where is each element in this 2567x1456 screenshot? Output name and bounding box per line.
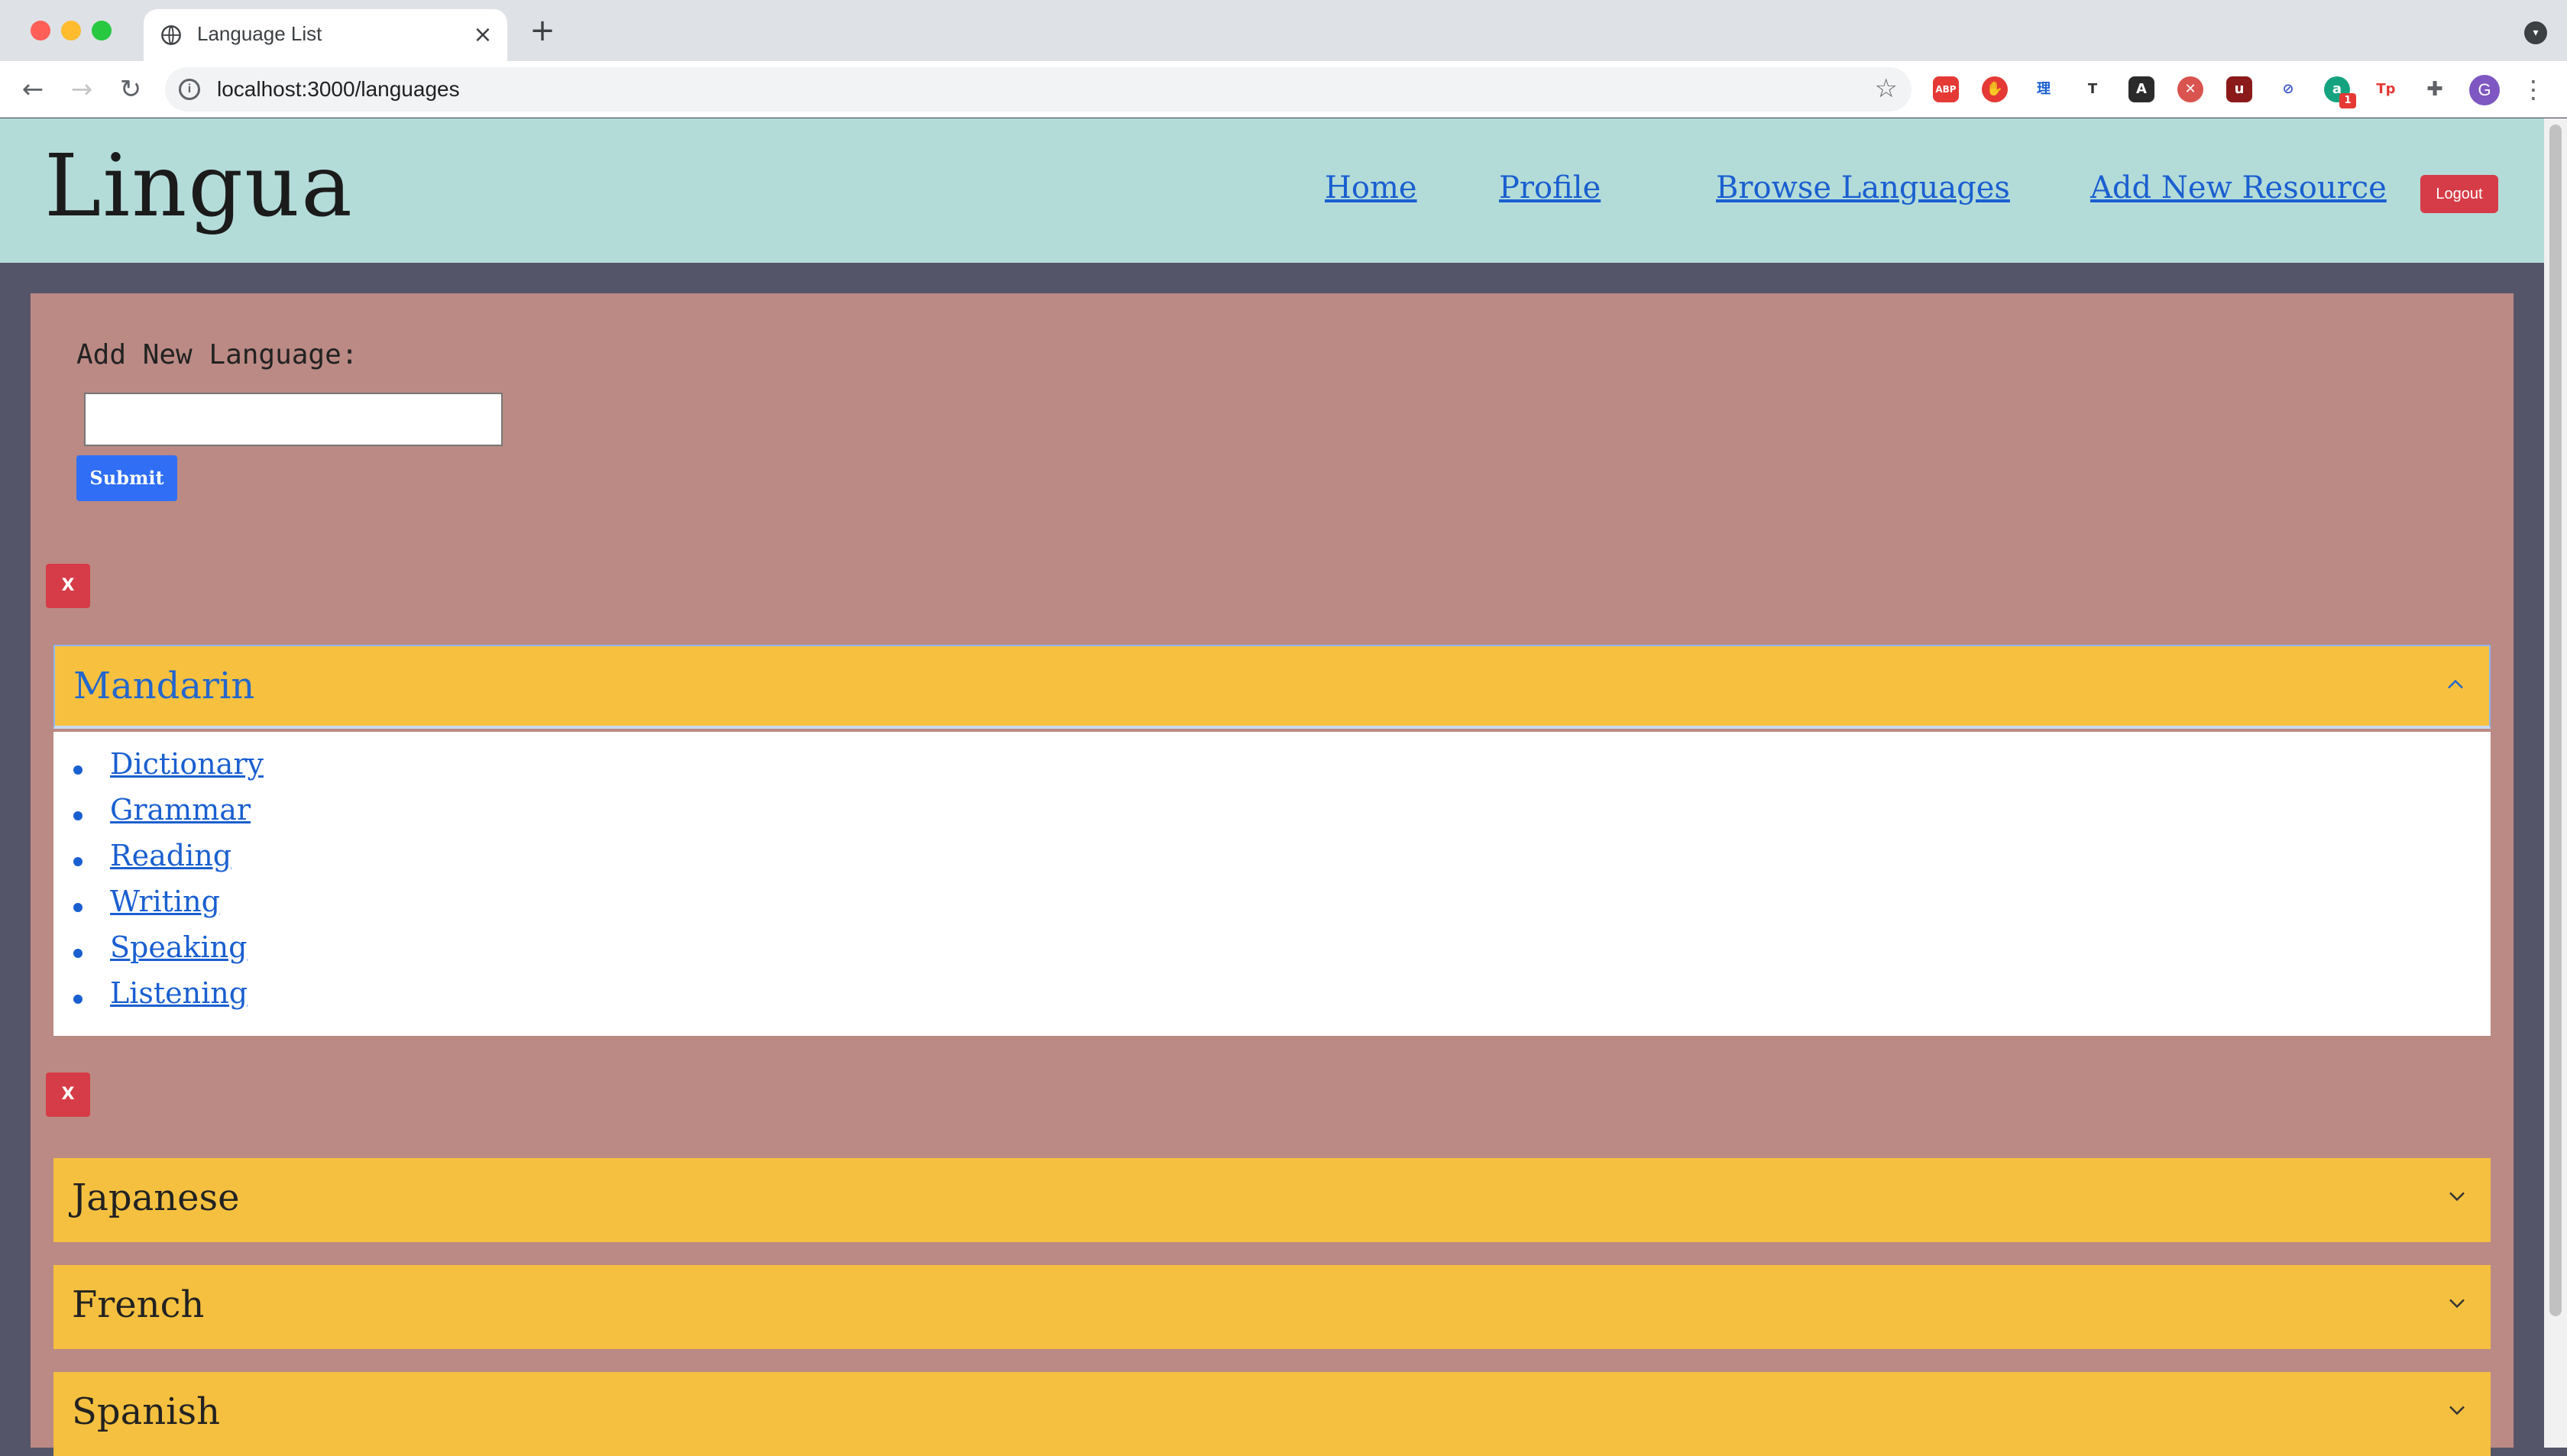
resource-link-speaking[interactable]: Speaking (110, 930, 247, 964)
tp-icon[interactable]: Tp (2373, 76, 2399, 102)
list-bullet (73, 811, 83, 820)
globe-icon (161, 25, 181, 45)
bookmark-star-icon[interactable]: ☆ (1875, 73, 1898, 104)
language-name: French (72, 1283, 205, 1326)
list-bullet (73, 949, 83, 958)
nav-profile-link[interactable]: Profile (1499, 170, 1601, 205)
shield-icon[interactable]: u (2226, 76, 2252, 102)
list-bullet (73, 857, 83, 866)
language-name: Japanese (72, 1176, 240, 1219)
back-arrow-icon[interactable]: ← (17, 73, 49, 105)
grid-icon[interactable]: 理 (2031, 76, 2057, 102)
resource-link-reading[interactable]: Reading (110, 839, 231, 872)
address-url[interactable]: localhost:3000/languages (217, 77, 460, 102)
translate-icon[interactable]: T (2080, 76, 2106, 102)
forward-arrow-icon[interactable]: → (66, 73, 98, 105)
list-bullet (73, 995, 83, 1004)
extension-badge: 1 (2339, 93, 2356, 108)
nav-home-link[interactable]: Home (1325, 170, 1417, 205)
circle-x-icon[interactable]: ✕ (2177, 76, 2203, 102)
site-logo[interactable]: Lingua (44, 137, 354, 236)
chevron-down-icon (2449, 1299, 2465, 1309)
language-name: Mandarin (73, 665, 255, 707)
tab-search-icon[interactable]: ▾ (2524, 21, 2547, 44)
more-menu-icon[interactable]: ⋮ (2521, 73, 2546, 105)
nav-add-resource-link[interactable]: Add New Resource (2090, 170, 2387, 205)
browser-tabstrip: Language List × + ▾ (0, 0, 2567, 61)
accordion-list: Mandarin Dictionary Grammar Reading Writ… (31, 293, 2514, 1456)
resource-link-dictionary[interactable]: Dictionary (110, 747, 264, 781)
language-name: Spanish (72, 1390, 221, 1433)
logout-button[interactable]: Logout (2420, 175, 2498, 213)
list-bullet (73, 903, 83, 912)
scrollbar-thumb[interactable] (2549, 125, 2562, 1316)
minimize-window-button[interactable] (61, 21, 81, 40)
resource-link-writing[interactable]: Writing (110, 885, 220, 918)
chevron-up-icon (2448, 679, 2463, 689)
accordion-header-japanese[interactable]: Japanese (53, 1158, 2491, 1242)
accordion-header-mandarin[interactable]: Mandarin (53, 645, 2491, 729)
close-tab-icon[interactable]: × (468, 20, 498, 50)
browser-tab[interactable]: Language List × (144, 9, 507, 61)
nav-browse-languages-link[interactable]: Browse Languages (1716, 170, 2010, 205)
info-icon[interactable]: i (179, 79, 200, 100)
new-tab-button[interactable]: + (527, 15, 558, 46)
page-scrollbar[interactable] (2544, 118, 2567, 1448)
puzzle-icon[interactable]: ✚ (2422, 76, 2448, 102)
chevron-down-icon (2449, 1406, 2465, 1416)
resource-link-listening[interactable]: Listening (110, 976, 248, 1010)
resource-link-grammar[interactable]: Grammar (110, 793, 251, 827)
chevron-down-icon (2449, 1192, 2465, 1202)
list-bullet (73, 765, 83, 775)
address-bar[interactable]: i localhost:3000/languages ☆ (165, 67, 1911, 112)
accordion-header-spanish[interactable]: Spanish (53, 1372, 2491, 1456)
maximize-window-button[interactable] (92, 21, 112, 40)
avatar[interactable]: G (2469, 75, 2500, 105)
abp-icon[interactable]: ABP (1933, 76, 1959, 102)
site-header: Lingua Home Profile Browse Languages Add… (0, 118, 2544, 263)
tab-title: Language List (197, 22, 322, 45)
delete-language-button[interactable]: X (46, 1073, 90, 1117)
stop-hand-icon[interactable]: ✋ (1982, 76, 2008, 102)
close-window-button[interactable] (31, 21, 50, 40)
dictionary-icon[interactable]: A (2128, 76, 2154, 102)
accordion-body-mandarin: Dictionary Grammar Reading Writing Speak… (53, 732, 2491, 1036)
block-icon[interactable]: ⊘ (2275, 76, 2301, 102)
accordion-header-french[interactable]: French (53, 1265, 2491, 1349)
reload-icon[interactable]: ↻ (115, 73, 147, 105)
grammar-icon[interactable]: a1 (2324, 76, 2356, 108)
